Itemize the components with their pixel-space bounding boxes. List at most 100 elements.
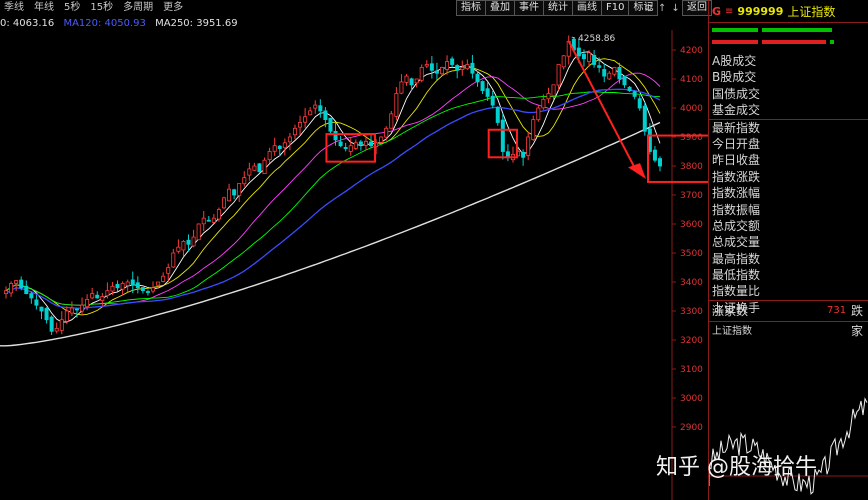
candle-body [125, 281, 130, 286]
candle-body [135, 282, 140, 289]
candle-body [450, 58, 455, 65]
watermark: 知乎 @股海拾牛 [656, 455, 817, 480]
chart-toolbar: 指标 叠加 事件 统计 画线 F10 标记 [456, 0, 659, 16]
candle-body [191, 236, 196, 247]
candle-body [232, 189, 237, 196]
advance-label: 涨家数 [712, 304, 749, 318]
candle-body [480, 81, 485, 92]
candle-body [166, 267, 171, 274]
candle-body [298, 122, 303, 128]
candle-body [318, 105, 323, 112]
high-price-label: 4258.86 [578, 34, 615, 44]
quote-row: 最低指数 [712, 268, 761, 283]
tab-more[interactable]: 更多 [159, 0, 189, 16]
candle-body [333, 130, 338, 141]
candle-body [602, 69, 607, 77]
candle-body [546, 93, 551, 100]
candle-body [612, 67, 617, 75]
candle-body [637, 98, 642, 109]
quote-row: 指数振幅 [712, 202, 761, 217]
candle-body [490, 95, 495, 106]
price-tick-label: 3000 [680, 394, 703, 404]
advance-count: 731 [827, 305, 847, 316]
tab-5sec[interactable]: 5秒 [60, 0, 86, 16]
candle-body [429, 63, 434, 71]
quote-row: 总成交额 [712, 218, 761, 233]
candle-body [201, 217, 206, 225]
statistics-button[interactable]: 统计 [543, 0, 573, 16]
candle-body [24, 285, 29, 295]
candle-body [389, 113, 394, 129]
tab-multi-period[interactable]: 多周期 [119, 0, 159, 16]
ma5-line [5, 51, 661, 323]
candle-body [257, 163, 262, 173]
candle-body [64, 310, 69, 322]
candle-body [419, 67, 424, 81]
candle-body [445, 61, 450, 70]
menu-icon[interactable]: ≡ [725, 6, 733, 17]
candle-body [632, 91, 637, 97]
ma250-legend: MA250: 3951.69 [155, 18, 238, 29]
candle-body [196, 223, 201, 241]
candle-body [206, 219, 211, 222]
candle-body [561, 55, 566, 68]
overlay-button[interactable]: 叠加 [485, 0, 515, 16]
candle-body [607, 72, 612, 80]
tab-year[interactable]: 年线 [30, 0, 60, 16]
indicator-button[interactable]: 指标 [456, 0, 486, 16]
candle-body [267, 151, 272, 161]
candle-body [85, 298, 90, 308]
tab-15sec[interactable]: 15秒 [86, 0, 119, 16]
price-tick-label: 3200 [680, 336, 703, 346]
mini-chart-title: 上证指数 [712, 326, 752, 337]
candle-body [358, 141, 363, 145]
candle-body [242, 177, 247, 185]
trend-arrow-line [567, 40, 637, 171]
candle-body [581, 53, 586, 60]
arrow-down-icon[interactable]: ↓ [671, 3, 679, 14]
candle-body [526, 136, 531, 156]
ma250-line [0, 121, 661, 347]
candle-body [90, 293, 95, 299]
candle-body [247, 168, 252, 176]
ma120-legend: MA120: 4050.93 [63, 18, 146, 29]
candle-body [130, 279, 135, 286]
quote-row: 指数涨幅 [712, 186, 761, 201]
event-button[interactable]: 事件 [514, 0, 544, 16]
candle-body [541, 98, 546, 109]
candle-body [627, 86, 632, 92]
candle-body [186, 239, 191, 245]
candle-body [313, 104, 318, 109]
candle-body [9, 283, 14, 294]
candle-body [4, 290, 9, 295]
draw-line-button[interactable]: 画线 [572, 0, 602, 16]
candle-body [521, 151, 526, 158]
buy-bar [712, 28, 862, 32]
candle-body [120, 283, 125, 290]
candle-body [338, 141, 343, 147]
high-marker-line [571, 36, 576, 39]
candle-body [156, 281, 161, 286]
candle-body [216, 209, 221, 220]
gear-icon[interactable]: ⚙ [644, 3, 653, 14]
candle-body [414, 78, 419, 84]
ma10-line [5, 58, 661, 316]
f10-button[interactable]: F10 [601, 0, 630, 16]
quote-fields: A股成交 B股成交 国债成交 基金成交 最新指数 今日开盘 昨日收盘 指数涨跌 … [709, 53, 868, 316]
advance-decline-row: 涨家数 731 跌家 [709, 300, 868, 338]
candle-body [353, 142, 358, 149]
quote-row: 基金成交 [712, 103, 761, 118]
arrow-up-icon[interactable]: ↑ [658, 3, 666, 14]
candle-body [105, 290, 110, 297]
candlestick-chart[interactable]: 4200 4100 4000 3900 3800 3700 3600 3500 3400 3300… [0, 30, 708, 500]
price-tick-label: 3100 [680, 365, 703, 375]
candle-body [110, 285, 115, 292]
price-tick-label: 3300 [680, 307, 703, 317]
flag-label: G [712, 4, 722, 18]
candle-body [145, 291, 150, 293]
sell-bar [712, 40, 862, 44]
candle-body [556, 64, 561, 86]
ma20-line [5, 72, 661, 306]
candle-body [221, 197, 226, 209]
tab-quarter[interactable]: 季线 [0, 0, 30, 16]
